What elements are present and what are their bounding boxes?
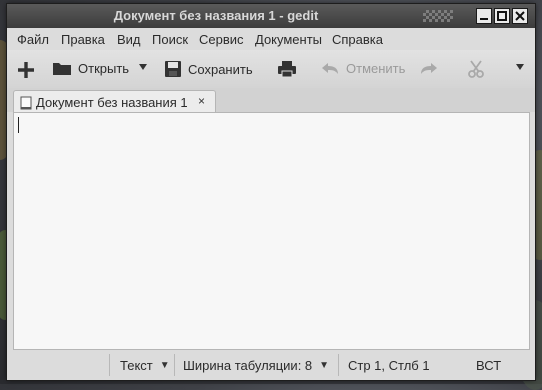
status-separator (174, 354, 175, 376)
printer-icon (278, 61, 296, 78)
insert-mode: ВСТ (476, 356, 501, 374)
save-button[interactable]: Сохранить (164, 60, 253, 78)
save-icon (165, 61, 181, 77)
plus-icon (18, 62, 34, 78)
maximize-icon (497, 11, 507, 21)
insert-mode-label: ВСТ (476, 357, 502, 373)
cursor-position: Стр 1, Стлб 1 (348, 356, 430, 374)
toolbar: Открыть Сохранить Отменить (7, 50, 535, 89)
print-button[interactable] (277, 60, 297, 78)
tab-bar: Документ без названия 1 × (7, 88, 535, 114)
scissors-icon (468, 60, 484, 78)
gedit-window: Документ без названия 1 - gedit Файл Пра… (7, 4, 535, 380)
new-document-button[interactable] (17, 61, 35, 79)
tab-width-selector[interactable]: Ширина табуляции: 8 ▼ (183, 356, 329, 374)
document-icon (20, 96, 32, 110)
chevron-down-icon: ▼ (319, 359, 330, 371)
status-bar: Текст ▼ Ширина табуляции: 8 ▼ Стр 1, Стл… (7, 350, 535, 380)
chevron-down-icon (516, 64, 524, 70)
title-grip-icon (423, 10, 453, 22)
undo-button[interactable]: Отменить (320, 60, 405, 76)
title-bar[interactable]: Документ без названия 1 - gedit (7, 4, 535, 28)
undo-label: Отменить (346, 60, 406, 76)
menu-documents[interactable]: Документы (255, 32, 322, 47)
language-label: Текст (120, 357, 153, 373)
minimize-icon (480, 18, 488, 20)
tab-close-button[interactable]: × (198, 94, 205, 108)
redo-button[interactable] (419, 60, 439, 76)
menu-file[interactable]: Файл (17, 32, 49, 47)
chevron-down-icon (139, 64, 147, 70)
tab-width-label: Ширина табуляции: 8 (183, 357, 313, 373)
close-window-button[interactable] (512, 8, 528, 24)
status-separator (109, 354, 110, 376)
menu-tools[interactable]: Сервис (199, 32, 244, 47)
toolbar-overflow-button[interactable] (515, 62, 525, 72)
close-icon (515, 11, 525, 21)
maximize-button[interactable] (494, 8, 510, 24)
cut-button[interactable] (467, 60, 485, 78)
open-button[interactable]: Открыть (52, 60, 129, 76)
menu-view[interactable]: Вид (117, 32, 141, 47)
text-cursor (18, 117, 19, 133)
menu-edit[interactable]: Правка (61, 32, 105, 47)
tab-label: Документ без названия 1 (36, 95, 188, 110)
language-selector[interactable]: Текст ▼ (120, 356, 170, 374)
open-label: Открыть (78, 60, 130, 76)
redo-icon (421, 63, 437, 74)
minimize-button[interactable] (476, 8, 492, 24)
cursor-position-label: Стр 1, Стлб 1 (348, 357, 430, 373)
save-label: Сохранить (188, 61, 253, 77)
menu-help[interactable]: Справка (332, 32, 383, 47)
tab-document[interactable]: Документ без названия 1 × (13, 90, 216, 114)
menu-bar: Файл Правка Вид Поиск Сервис Документы С… (7, 28, 535, 50)
text-editor[interactable] (13, 112, 530, 350)
window-title: Документ без названия 1 - gedit (113, 8, 319, 23)
status-separator (338, 354, 339, 376)
folder-icon (53, 63, 71, 75)
undo-icon (322, 63, 338, 74)
chevron-down-icon: ▼ (159, 359, 170, 371)
menu-search[interactable]: Поиск (152, 32, 188, 47)
open-recent-dropdown[interactable] (138, 62, 148, 72)
